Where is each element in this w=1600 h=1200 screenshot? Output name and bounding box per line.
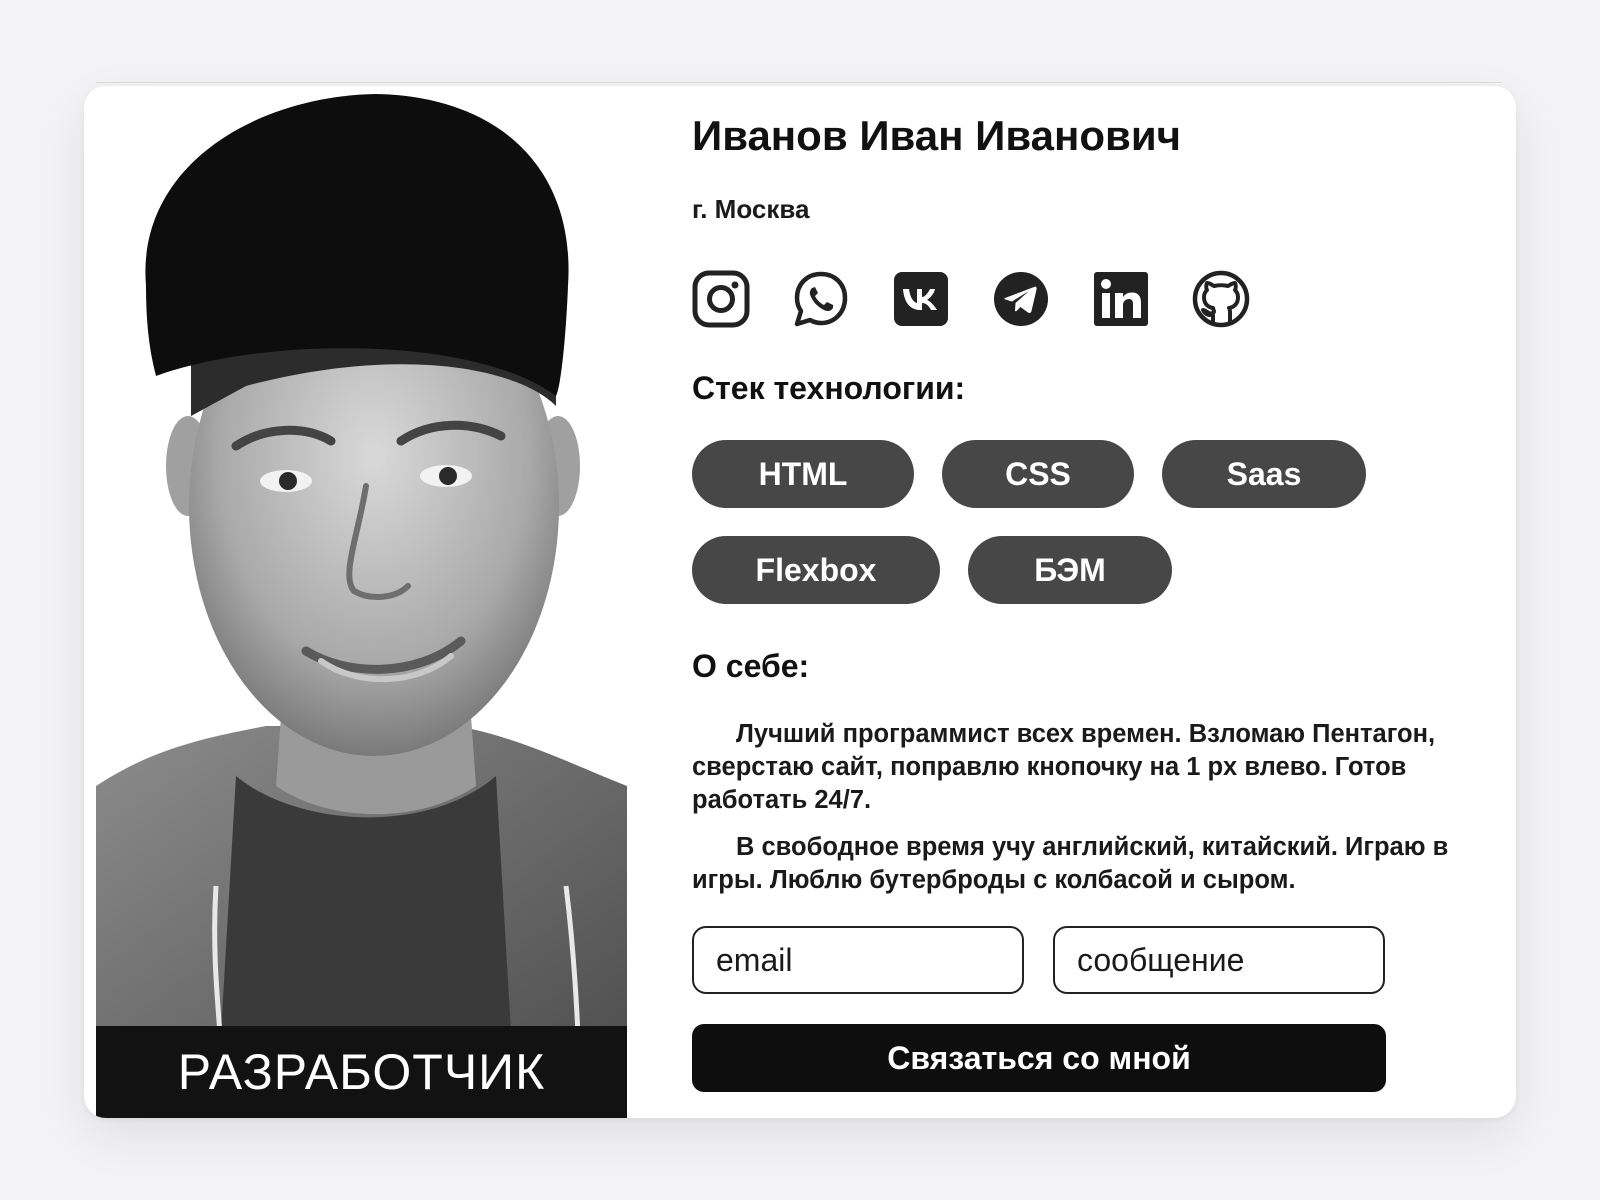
- tag-bem: БЭМ: [968, 536, 1172, 604]
- portrait-illustration: [96, 94, 627, 1118]
- github-link[interactable]: [1192, 270, 1250, 328]
- about-title: О себе:: [692, 648, 810, 684]
- telegram-icon: [994, 272, 1048, 326]
- role-banner: РАЗРАБОТЧИК: [96, 1026, 627, 1118]
- whatsapp-icon: [794, 271, 848, 327]
- profile-photo: [96, 86, 627, 1118]
- tag-css: CSS: [942, 440, 1134, 508]
- telegram-link[interactable]: [992, 270, 1050, 328]
- contact-button[interactable]: Связаться со мной: [692, 1024, 1386, 1092]
- instagram-icon: [692, 270, 750, 328]
- whatsapp-link[interactable]: [792, 270, 850, 328]
- vk-icon: [894, 272, 948, 326]
- message-input[interactable]: [1053, 926, 1385, 994]
- tag-html: HTML: [692, 440, 914, 508]
- about-paragraph-1: Лучший программист всех времен. Взломаю …: [692, 720, 1436, 814]
- email-input[interactable]: [692, 926, 1024, 994]
- page-top-divider: [96, 82, 1502, 83]
- profile-name: Иванов Иван Иванович: [692, 112, 1182, 159]
- github-icon: [1192, 270, 1250, 328]
- linkedin-icon: [1094, 272, 1148, 326]
- stack-title: Стек технологии:: [692, 370, 966, 406]
- about-paragraph-2: В свободное время учу английский, китайс…: [692, 833, 1449, 894]
- vk-link[interactable]: [892, 270, 950, 328]
- tag-flexbox: Flexbox: [692, 536, 940, 604]
- instagram-link[interactable]: [692, 270, 750, 328]
- profile-city: г. Москва: [692, 194, 810, 224]
- linkedin-link[interactable]: [1092, 270, 1150, 328]
- profile-card: РАЗРАБОТЧИК Иванов Иван Иванович г. Моск…: [84, 86, 1516, 1118]
- social-links: [692, 270, 1250, 328]
- tag-saas: Saas: [1162, 440, 1366, 508]
- profile-info: Иванов Иван Иванович г. Москва Стек техн…: [692, 86, 1472, 1118]
